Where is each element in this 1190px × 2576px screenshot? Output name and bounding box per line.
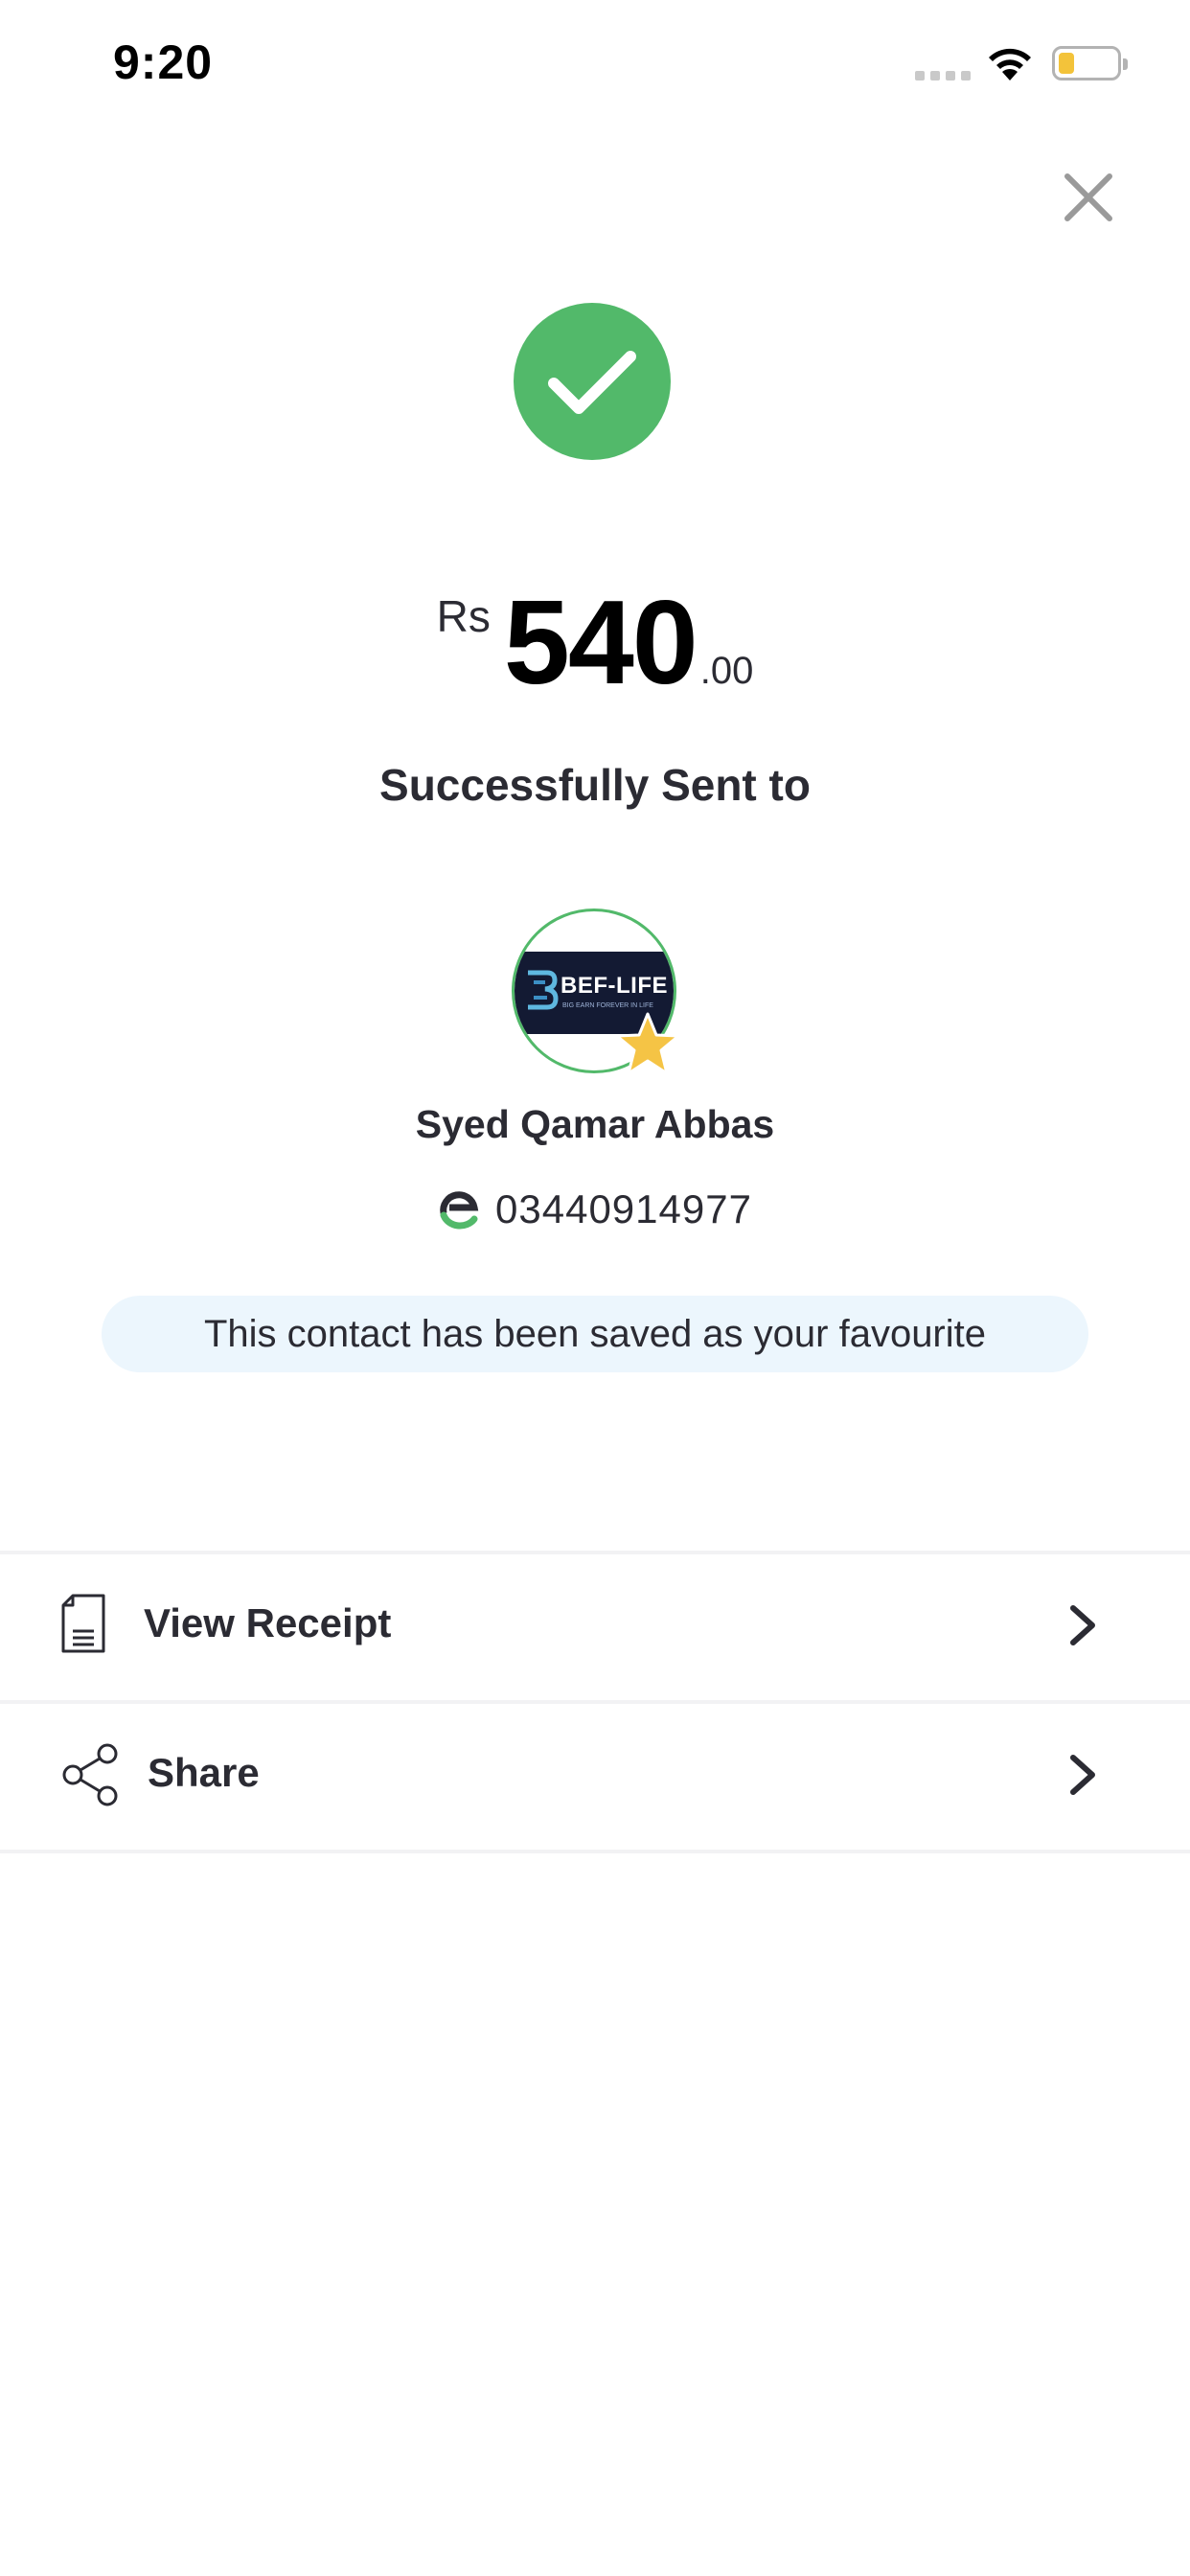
share-label: Share <box>148 1750 260 1795</box>
receipt-icon <box>61 1594 105 1653</box>
close-icon[interactable] <box>1062 171 1115 224</box>
success-check-badge <box>514 303 671 460</box>
view-receipt-label: View Receipt <box>144 1600 392 1645</box>
amount-whole: 540 <box>503 577 698 709</box>
status-message: Successfully Sent to <box>379 760 811 810</box>
bef-life-logo-icon <box>528 970 559 1010</box>
share-icon <box>62 1743 118 1806</box>
divider <box>0 1850 1190 1853</box>
view-receipt-button[interactable]: View Receipt <box>0 1554 1190 1700</box>
checkmark-icon <box>548 351 636 414</box>
battery-icon <box>1052 46 1128 80</box>
share-button[interactable]: Share <box>0 1704 1190 1850</box>
recipient-phone: 03440914977 <box>495 1186 752 1231</box>
avatar-logo-tagline: BIG EARN FOREVER IN LIFE <box>562 1002 653 1009</box>
payment-success-screen: 9:20 Rs 540.00 Successfully Sent to BEF-… <box>0 0 1190 2576</box>
recipient-account-row: 03440914977 <box>0 1186 1190 1232</box>
chevron-right-icon <box>1070 1605 1095 1645</box>
transfer-amount: Rs 540.00 <box>0 575 1190 711</box>
cellular-signal-icon <box>915 71 971 80</box>
amount-currency: Rs <box>436 591 491 641</box>
wifi-icon <box>989 48 1031 80</box>
status-time: 9:20 <box>113 35 214 89</box>
chevron-right-icon <box>1070 1755 1095 1795</box>
recipient-name: Syed Qamar Abbas <box>415 1102 775 1146</box>
status-bar: 9:20 <box>0 0 1190 129</box>
favourite-star-icon <box>615 1012 680 1075</box>
avatar-logo-text: BEF-LIFE <box>561 973 668 999</box>
easypaisa-logo-icon <box>440 1191 479 1230</box>
amount-decimal: .00 <box>699 650 754 692</box>
favourite-saved-notice: This contact has been saved as your favo… <box>102 1296 1088 1372</box>
